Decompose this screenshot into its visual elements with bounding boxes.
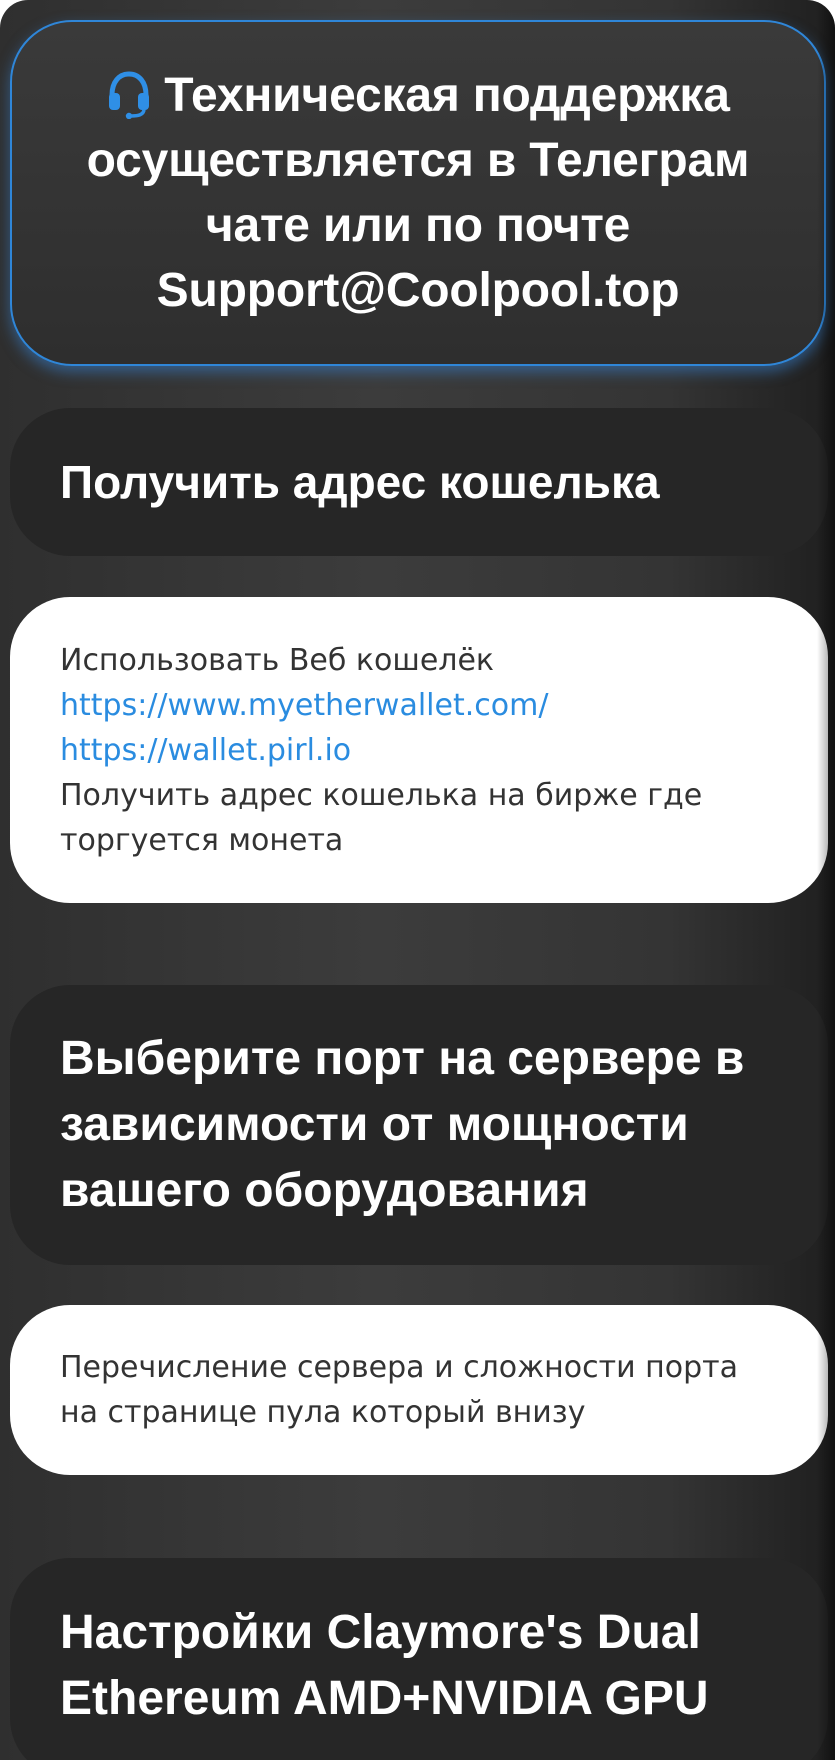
- port-heading: Выберите порт на сервере в зависимости о…: [60, 1032, 745, 1217]
- port-info-text: Перечисление сервера и сложности порта н…: [60, 1350, 738, 1430]
- myetherwallet-link[interactable]: https://www.myetherwallet.com/: [60, 683, 778, 728]
- wallet-exchange-text: Получить адрес кошелька на бирже где тор…: [60, 777, 703, 858]
- wallet-info-card: Использовать Веб кошелёк https://www.mye…: [10, 597, 828, 903]
- port-heading-card[interactable]: Выберите порт на сервере в зависимости о…: [10, 985, 828, 1265]
- page-frame: Техническая поддержка осуществляется в Т…: [0, 0, 835, 1760]
- wallet-heading: Получить адрес кошелька: [60, 456, 660, 508]
- claymore-heading-card[interactable]: Настройки Claymore's Dual Ethereum AMD+N…: [10, 1558, 828, 1760]
- wallet-intro-text: Использовать Веб кошелёк: [60, 642, 495, 678]
- port-info-card: Перечисление сервера и сложности порта н…: [10, 1305, 828, 1475]
- support-message: Техническая поддержка осуществляется в Т…: [86, 69, 750, 317]
- wallet-heading-card[interactable]: Получить адрес кошелька: [10, 408, 828, 556]
- claymore-heading: Настройки Claymore's Dual Ethereum AMD+N…: [60, 1606, 709, 1725]
- headset-icon: [109, 71, 150, 119]
- pirl-wallet-link[interactable]: https://wallet.pirl.io: [60, 728, 778, 773]
- support-text-block: Техническая поддержка осуществляется в Т…: [52, 63, 784, 323]
- support-card: Техническая поддержка осуществляется в Т…: [10, 20, 826, 366]
